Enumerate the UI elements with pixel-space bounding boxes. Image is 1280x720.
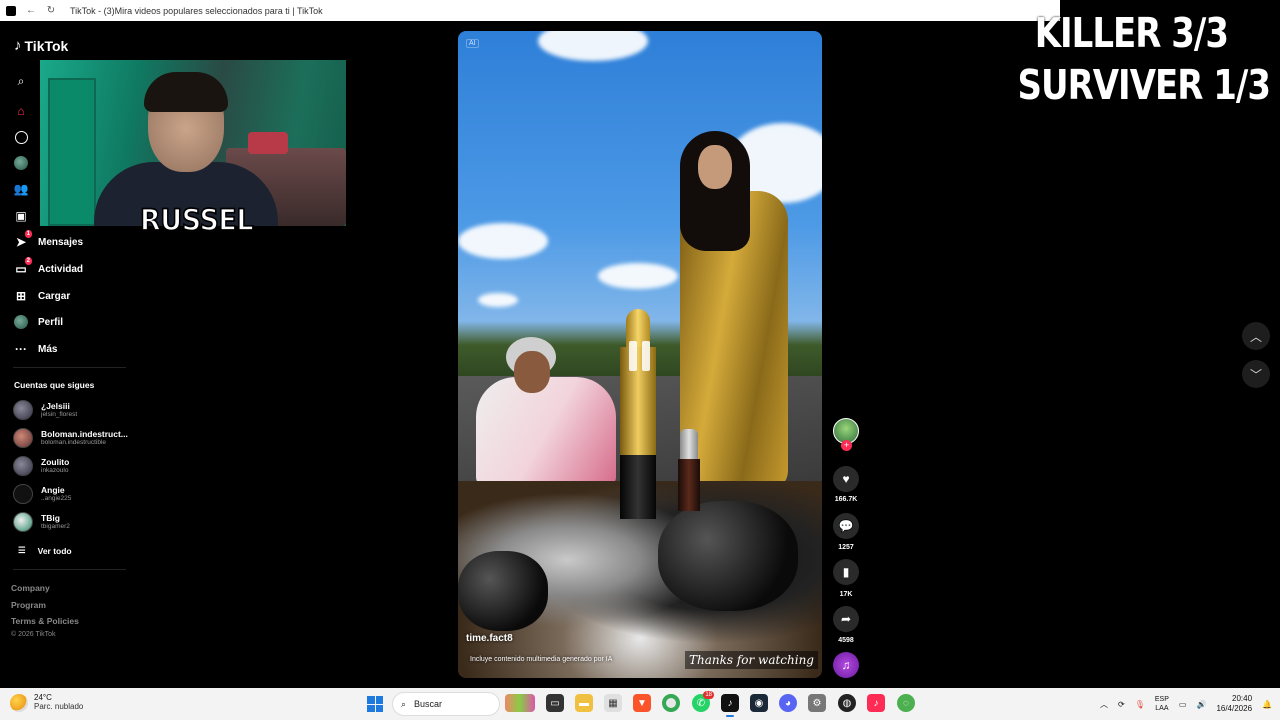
weather-widget[interactable]: 24°C Parc. nublado <box>10 693 83 712</box>
friends-icon[interactable]: 👥 <box>13 181 29 197</box>
store-icon[interactable]: ▦ <box>604 694 622 712</box>
video-player[interactable]: AI time.fact8 Incluye contenido multimed… <box>458 31 822 678</box>
window-title: TikTok - (3)Mira videos populares selecc… <box>70 5 323 16</box>
explore-icon[interactable] <box>13 129 29 145</box>
task-view-icon[interactable]: ▭ <box>546 694 564 712</box>
settings-gear-icon[interactable]: ⚙ <box>808 694 826 712</box>
live-tv-icon[interactable]: ▣ <box>13 208 29 224</box>
avatar <box>13 400 33 420</box>
list-icon: ☰ <box>18 545 26 555</box>
ai-content-note: Incluye contenido multimedia generado po… <box>470 656 613 663</box>
lipstick-small <box>676 429 702 511</box>
surviver-counter: SURVIVER 1/3 <box>1017 62 1271 110</box>
following-item[interactable]: Boloman.indestruct... boloman.indestructi… <box>13 428 128 448</box>
tiktok-studio-icon[interactable]: ♪ <box>867 694 885 712</box>
comment-count: 1257 <box>838 544 854 551</box>
chevron-up-icon[interactable]: ︿ <box>1100 699 1108 710</box>
webcam-overlay <box>40 60 346 226</box>
more-dots-icon: ··· <box>15 342 27 356</box>
pause-icon[interactable] <box>629 341 653 371</box>
nav-mensajes[interactable]: ➤ 1 Mensajes <box>13 230 83 250</box>
tiktok-app-icon[interactable]: ♪ <box>721 694 739 717</box>
upload-plus-icon: ⊞ <box>15 289 27 303</box>
search-icon: ⌕ <box>401 698 407 709</box>
tiktok-note-icon: ♪ <box>14 37 22 54</box>
divider <box>13 367 126 368</box>
following-item[interactable]: Angie ..angie225 <box>13 484 71 504</box>
send-icon: ➤ 1 <box>15 230 32 249</box>
windows-taskbar: 24°C Parc. nublado ⌕ Buscar ▭ ▬ ▦ ▼ ✆ 18 … <box>0 688 1280 720</box>
obs-icon[interactable]: ◍ <box>838 694 856 712</box>
ai-generated-tag: AI <box>466 39 479 48</box>
volume-icon[interactable]: 🔊 <box>1196 700 1206 709</box>
following-title: Cuentas que sigues <box>14 380 95 390</box>
avatar <box>13 484 33 504</box>
brave-browser-icon[interactable]: ▼ <box>633 694 651 712</box>
thanks-watermark: Thanks for watching <box>684 651 818 669</box>
reload-icon[interactable]: ↻ <box>46 5 56 16</box>
file-explorer-icon[interactable]: ▬ <box>575 694 593 712</box>
sync-icon[interactable]: ⟳ <box>1118 700 1125 709</box>
nav-perfil[interactable]: Perfil <box>13 314 63 330</box>
language-indicator[interactable]: ESP LAA <box>1155 695 1169 713</box>
divider <box>13 569 126 570</box>
windows-start-icon[interactable] <box>367 696 383 712</box>
network-icon[interactable]: ▭ <box>1179 700 1187 709</box>
killer-counter: KILLER 3/3 <box>1034 10 1229 58</box>
next-video-chevron-down-icon[interactable]: ﹀ <box>1242 360 1270 388</box>
nav-mas[interactable]: ··· Más <box>13 341 57 357</box>
chrome-icon[interactable] <box>662 694 680 712</box>
tiktok-favicon <box>6 5 16 16</box>
tiktok-logo[interactable]: ♪ TikTok <box>14 37 68 54</box>
chrome-profile-icon[interactable]: ◌ <box>897 694 915 712</box>
activity-icon: ▭ 2 <box>15 257 32 276</box>
system-tray: ︿ ⟳ 🎙 ESP LAA ▭ 🔊 20:40 16/4/2026 🔔 <box>1100 688 1280 720</box>
flowers-widget-icon[interactable] <box>505 694 535 712</box>
partly-cloudy-icon <box>10 693 28 712</box>
following-item[interactable]: Zoulito inkazoulo <box>13 456 69 476</box>
notification-icon[interactable]: 🔔 <box>1262 700 1272 709</box>
whatsapp-icon[interactable]: ✆ 18 <box>692 691 714 712</box>
taskbar-search[interactable]: ⌕ Buscar <box>392 692 500 716</box>
footer-terms[interactable]: Terms & Policies <box>11 616 79 626</box>
copyright: © 2026 TikTok <box>11 631 56 638</box>
home-icon[interactable]: ⌂ <box>13 103 29 119</box>
follow-plus-icon[interactable]: + <box>841 440 852 451</box>
nav-actividad[interactable]: ▭ 2 Actividad <box>13 257 83 277</box>
like-heart-icon[interactable]: ♥ <box>833 466 859 492</box>
footer-company[interactable]: Company <box>11 583 50 593</box>
share-arrow-icon[interactable]: ➦ <box>833 606 859 632</box>
previous-video-chevron-up-icon[interactable]: ︿ <box>1242 322 1270 350</box>
discord-icon[interactable]: ◕ <box>779 694 797 712</box>
nav-cargar[interactable]: ⊞ Cargar <box>13 288 70 304</box>
footer-program[interactable]: Program <box>11 600 46 610</box>
avatar <box>13 428 33 448</box>
steam-icon[interactable]: ◉ <box>750 694 768 712</box>
back-arrow-icon[interactable]: ← <box>26 5 36 16</box>
following-item[interactable]: ¿Jelsiii jelsin_florest <box>13 400 77 420</box>
music-disc-icon[interactable]: ♫ <box>833 652 859 678</box>
bookmark-icon[interactable]: ▮ <box>833 559 859 585</box>
see-all-link[interactable]: ☰ Ver todo <box>18 545 72 556</box>
browser-titlebar: ← ↻ TikTok - (3)Mira videos populares se… <box>0 0 1060 21</box>
comment-icon[interactable]: 💬 <box>833 513 859 539</box>
profile-avatar-icon <box>13 314 29 330</box>
streamer-nameplate: RUSSEL <box>139 203 254 239</box>
search-icon[interactable]: ⌕ <box>13 73 29 89</box>
clock[interactable]: 20:40 16/4/2026 <box>1216 694 1252 714</box>
following-item[interactable]: TBig tbigamer2 <box>13 512 70 532</box>
microphone-icon[interactable]: 🎙 <box>1135 700 1145 709</box>
share-count: 4598 <box>838 637 854 644</box>
save-count: 17K <box>839 591 853 598</box>
live-avatar-icon[interactable] <box>13 155 29 171</box>
video-author[interactable]: time.fact8 <box>466 633 513 644</box>
avatar <box>13 512 33 532</box>
video-subject-old-woman <box>476 337 616 487</box>
like-count: 166.7K <box>834 496 858 503</box>
avatar <box>13 456 33 476</box>
